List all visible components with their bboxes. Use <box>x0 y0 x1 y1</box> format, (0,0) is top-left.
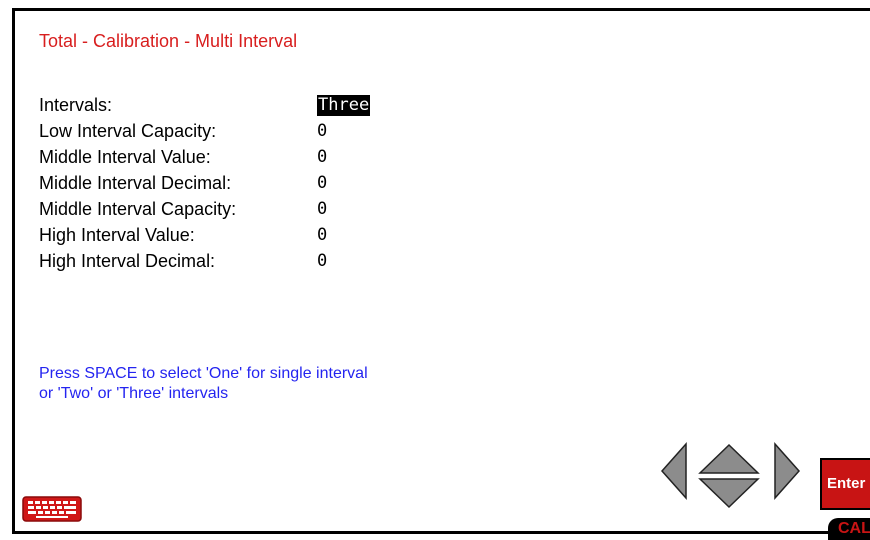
arrow-down-icon[interactable] <box>698 477 760 509</box>
field-label: Middle Interval Decimal: <box>39 173 232 193</box>
middle-interval-capacity-value[interactable]: 0 <box>317 199 327 220</box>
help-text: Press SPACE to select 'One' for single i… <box>39 365 368 402</box>
field-label: Middle Interval Value: <box>39 147 211 167</box>
arrow-left-icon[interactable] <box>660 442 688 500</box>
high-interval-decimal-value[interactable]: 0 <box>317 251 327 272</box>
enter-button[interactable]: Enter <box>820 458 870 510</box>
arrow-up-icon[interactable] <box>698 443 760 475</box>
middle-interval-value-value[interactable]: 0 <box>317 147 327 168</box>
field-label: Intervals: <box>39 95 113 115</box>
middle-interval-decimal-value[interactable]: 0 <box>317 173 327 194</box>
field-label: Low Interval Capacity: <box>39 121 217 141</box>
keyboard-icon[interactable] <box>22 496 82 522</box>
intervals-value[interactable]: Three <box>317 95 371 116</box>
high-interval-value-value[interactable]: 0 <box>317 225 327 246</box>
cal-label: CAL <box>838 520 870 537</box>
page-title: Total - Calibration - Multi Interval <box>39 31 298 51</box>
low-interval-capacity-value[interactable]: 0 <box>317 121 327 142</box>
arrow-right-icon[interactable] <box>773 442 801 500</box>
field-label: High Interval Value: <box>39 225 195 245</box>
field-label: Middle Interval Capacity: <box>39 199 237 219</box>
field-label: High Interval Decimal: <box>39 251 216 271</box>
